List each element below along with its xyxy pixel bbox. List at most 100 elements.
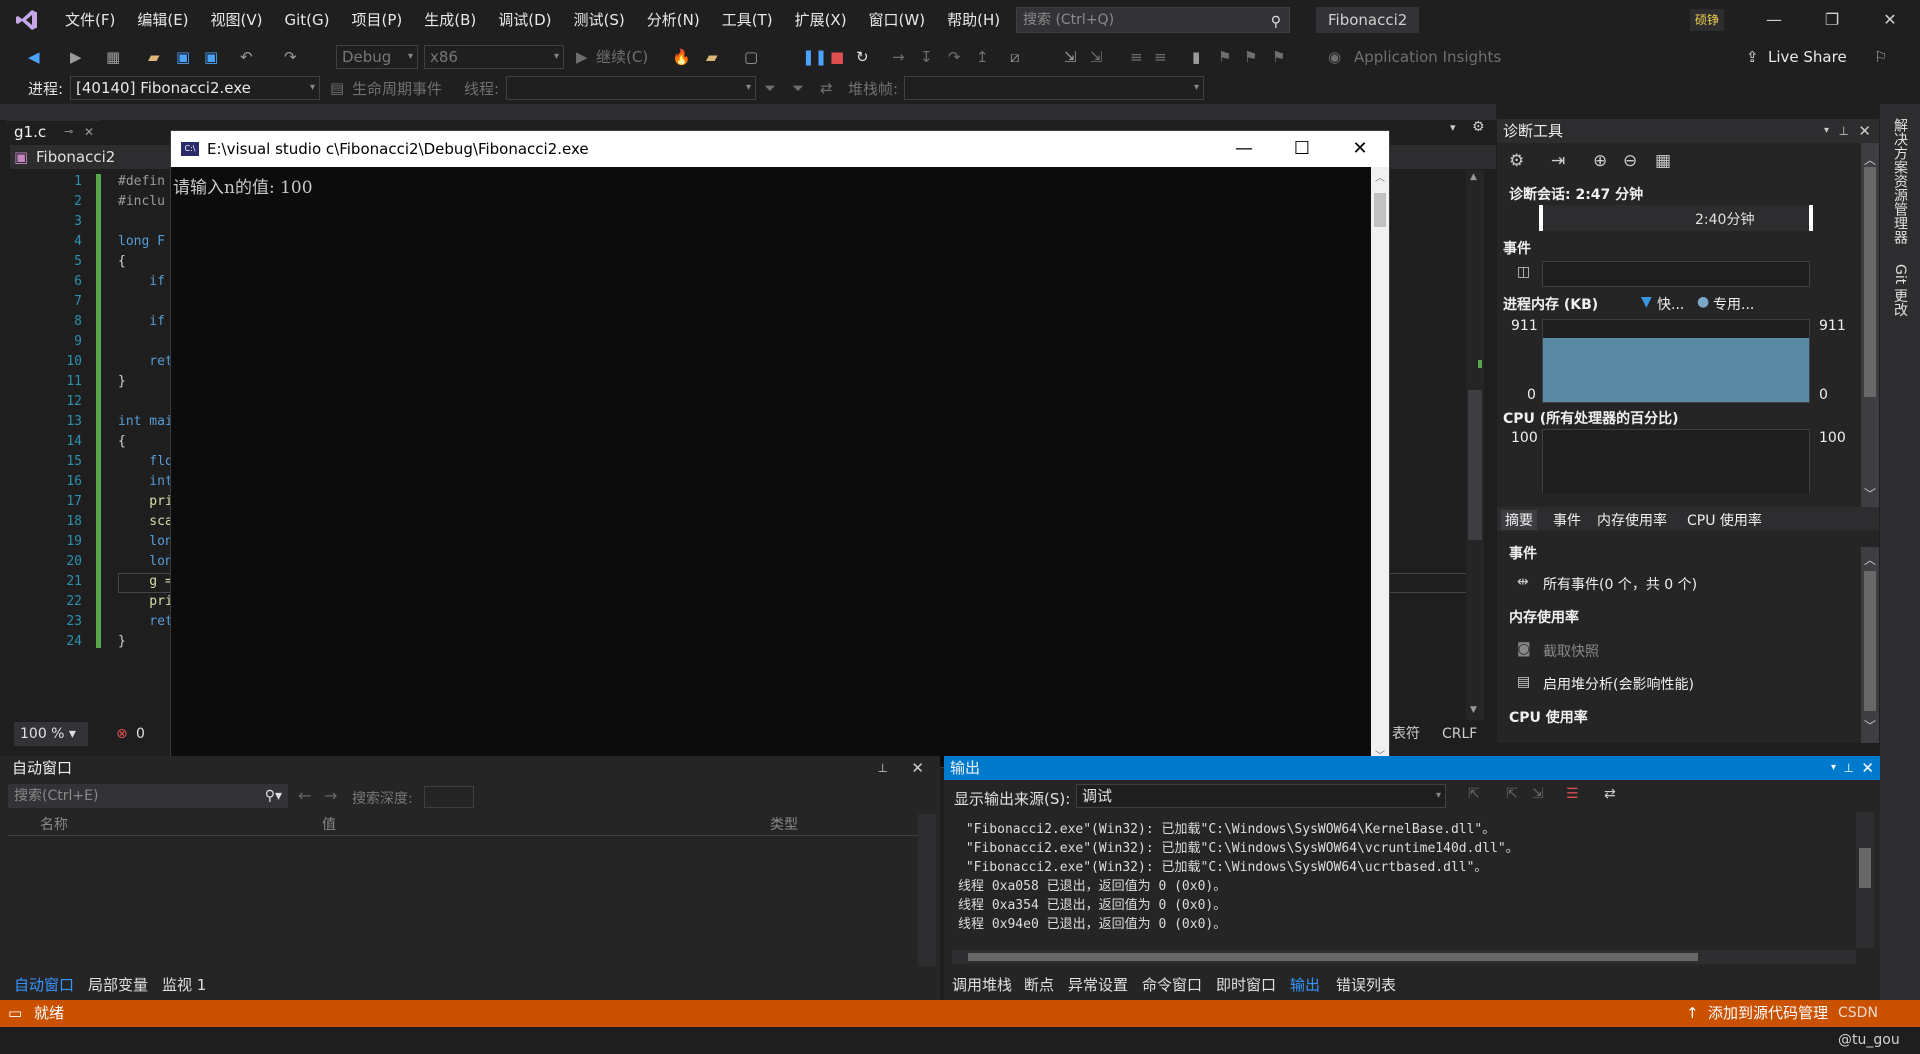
clear-bookmarks-icon[interactable]: ⚑ bbox=[1272, 40, 1285, 74]
code-line[interactable]: lon bbox=[118, 554, 173, 569]
thread-select[interactable]: ▾ bbox=[506, 76, 756, 100]
diag-tab-cpu[interactable]: CPU 使用率 bbox=[1687, 510, 1762, 530]
diag-tab-memory[interactable]: 内存使用率 bbox=[1597, 510, 1667, 530]
timeline-start-handle[interactable] bbox=[1539, 205, 1543, 231]
menu-edit[interactable]: 编辑(E) bbox=[126, 0, 199, 40]
heap-profiling-button[interactable]: 启用堆分析(会影响性能) bbox=[1543, 674, 1694, 694]
diag-tab-events[interactable]: 事件 bbox=[1553, 510, 1581, 530]
autos-back-icon[interactable]: ← bbox=[298, 786, 311, 805]
tab-error-list[interactable]: 错误列表 bbox=[1336, 974, 1396, 995]
scroll-up-icon[interactable]: ▲ bbox=[1470, 172, 1477, 182]
tab-list-icon[interactable]: ▾ bbox=[1450, 121, 1456, 134]
code-line[interactable]: #defin bbox=[118, 174, 165, 189]
console-window[interactable]: C:\ E:\visual studio c\Fibonacci2\Debug\… bbox=[170, 130, 1390, 768]
filter-icon[interactable]: ⏷ bbox=[764, 71, 776, 105]
tab-locals[interactable]: 局部变量 bbox=[88, 974, 148, 995]
code-line[interactable]: ret bbox=[118, 354, 173, 369]
scroll-down-icon[interactable]: ▼ bbox=[1470, 705, 1477, 715]
close-window-icon[interactable]: ✕ bbox=[1862, 0, 1918, 40]
autos-scrollbar[interactable] bbox=[918, 814, 936, 966]
console-scroll-up-icon[interactable]: ︿ bbox=[1375, 169, 1385, 184]
prev-message-icon[interactable]: ⇱ bbox=[1506, 786, 1518, 802]
save-icon[interactable]: ▣ bbox=[176, 40, 190, 74]
process-folder-icon[interactable]: ▰ bbox=[706, 40, 718, 74]
code-line[interactable]: if bbox=[118, 274, 165, 289]
tab-call-stack[interactable]: 调用堆栈 bbox=[952, 974, 1012, 995]
menu-debug[interactable]: 调试(D) bbox=[487, 0, 562, 40]
error-count[interactable]: 0 bbox=[136, 722, 145, 746]
console-minimize-icon[interactable]: — bbox=[1215, 131, 1273, 167]
diag-settings-icon[interactable]: ⚙ bbox=[1509, 151, 1524, 171]
next-bookmark-icon[interactable]: ⚑ bbox=[1244, 40, 1257, 74]
code-line[interactable]: ret bbox=[118, 614, 173, 629]
code-line[interactable]: pri bbox=[118, 494, 173, 509]
column-name[interactable]: 名称 bbox=[40, 814, 68, 834]
minimize-window-icon[interactable]: — bbox=[1746, 0, 1802, 40]
output-hscrollbar[interactable] bbox=[952, 950, 1856, 964]
step-over-icon[interactable]: ↷ bbox=[948, 40, 961, 74]
summary-scroll-up-icon[interactable]: ︿ bbox=[1864, 551, 1876, 568]
output-pin-icon[interactable]: ⊥ bbox=[1844, 756, 1854, 780]
autos-pin-icon[interactable]: ⊥ bbox=[878, 756, 888, 780]
console-maximize-icon[interactable]: ☐ bbox=[1273, 131, 1331, 167]
summary-scroll-thumb[interactable] bbox=[1864, 571, 1876, 711]
summary-scrollbar[interactable]: ︿ ﹀ bbox=[1861, 547, 1879, 743]
filter-threads-icon[interactable]: ⏷ bbox=[792, 71, 804, 105]
autos-search-input[interactable]: 搜索(Ctrl+E) ⚲▾ bbox=[8, 784, 288, 808]
search-depth-select[interactable] bbox=[424, 786, 474, 808]
autos-search-icon[interactable]: ⚲▾ bbox=[265, 784, 282, 808]
code-line[interactable]: #inclu bbox=[118, 194, 165, 209]
continue-icon[interactable]: ▶ bbox=[576, 40, 588, 74]
menu-extensions[interactable]: 扩展(X) bbox=[784, 0, 858, 40]
flag-threads-icon[interactable]: ⇲ bbox=[1090, 40, 1103, 74]
menu-window[interactable]: 窗口(W) bbox=[858, 0, 937, 40]
memory-graph[interactable] bbox=[1542, 319, 1810, 403]
menu-build[interactable]: 生成(B) bbox=[413, 0, 487, 40]
menu-git[interactable]: Git(G) bbox=[274, 0, 341, 40]
stop-icon[interactable]: ■ bbox=[830, 40, 844, 74]
process-select[interactable]: [40140] Fibonacci2.exe ▾ bbox=[70, 76, 320, 100]
tab-autos[interactable]: 自动窗口 bbox=[14, 974, 74, 995]
user-avatar[interactable]: 硕铮 bbox=[1690, 9, 1724, 31]
lifecycle-events-button[interactable]: 生命周期事件 bbox=[352, 78, 442, 99]
code-line[interactable]: { bbox=[118, 254, 126, 269]
undo-icon[interactable]: ↶ bbox=[240, 40, 253, 74]
column-value[interactable]: 值 bbox=[322, 814, 336, 834]
close-panel-icon[interactable]: ✕ bbox=[1858, 119, 1871, 143]
pin-tab-icon[interactable]: ⊸ bbox=[64, 121, 73, 143]
new-project-icon[interactable]: ▦ bbox=[106, 40, 120, 74]
hex-display-icon[interactable]: ⧄ bbox=[1010, 40, 1020, 74]
timeline-end-handle[interactable] bbox=[1809, 205, 1813, 231]
cpu-section-label[interactable]: CPU (所有处理器的百分比) bbox=[1503, 408, 1679, 428]
code-line[interactable]: int mai bbox=[118, 414, 173, 429]
prev-bookmark-icon[interactable]: ⚑ bbox=[1218, 40, 1231, 74]
pause-icon[interactable]: ❚❚ bbox=[802, 40, 827, 74]
error-icon[interactable]: ⊗ bbox=[116, 722, 128, 746]
editor-scrollbar[interactable]: ▲ ▼ bbox=[1466, 170, 1484, 720]
configuration-select[interactable]: Debug ▾ bbox=[336, 45, 418, 69]
add-to-source-control[interactable]: 添加到源代码管理 bbox=[1708, 1000, 1828, 1027]
continue-label[interactable]: 继续(C) bbox=[596, 40, 648, 74]
events-toggle-icon[interactable]: ◫ bbox=[1517, 264, 1530, 280]
save-all-icon[interactable]: ▣ bbox=[204, 40, 218, 74]
autos-close-icon[interactable]: ✕ bbox=[911, 756, 924, 780]
console-scrollbar[interactable]: ︿ ﹀ bbox=[1371, 167, 1389, 767]
code-line[interactable]: { bbox=[118, 434, 126, 449]
diag-scroll-down-icon[interactable]: ﹀ bbox=[1864, 485, 1876, 502]
expand-callstack-icon[interactable]: ⇄ bbox=[820, 71, 833, 105]
clear-all-icon[interactable]: ☰ bbox=[1566, 786, 1579, 802]
code-line[interactable]: int bbox=[118, 474, 173, 489]
comment-icon[interactable]: ≡ bbox=[1130, 40, 1143, 74]
editor-tab[interactable]: g1.c ⊸ ✕ bbox=[6, 119, 100, 143]
menu-project[interactable]: 项目(P) bbox=[341, 0, 414, 40]
feedback-icon[interactable]: ⚐ bbox=[1874, 40, 1887, 74]
back-icon[interactable]: ◀ bbox=[28, 40, 40, 74]
summary-scroll-down-icon[interactable]: ﹀ bbox=[1864, 717, 1876, 734]
find-message-icon[interactable]: ⇱ bbox=[1468, 786, 1480, 802]
panel-menu-icon[interactable]: ▾ bbox=[1824, 119, 1829, 143]
column-type[interactable]: 类型 bbox=[770, 814, 798, 834]
menu-help[interactable]: 帮助(H) bbox=[936, 0, 1011, 40]
stackframe-select[interactable]: ▾ bbox=[904, 76, 1204, 100]
solution-explorer-tab[interactable]: 解决方案资源管理器 bbox=[1890, 118, 1910, 244]
events-section-label[interactable]: 事件 bbox=[1503, 238, 1531, 258]
